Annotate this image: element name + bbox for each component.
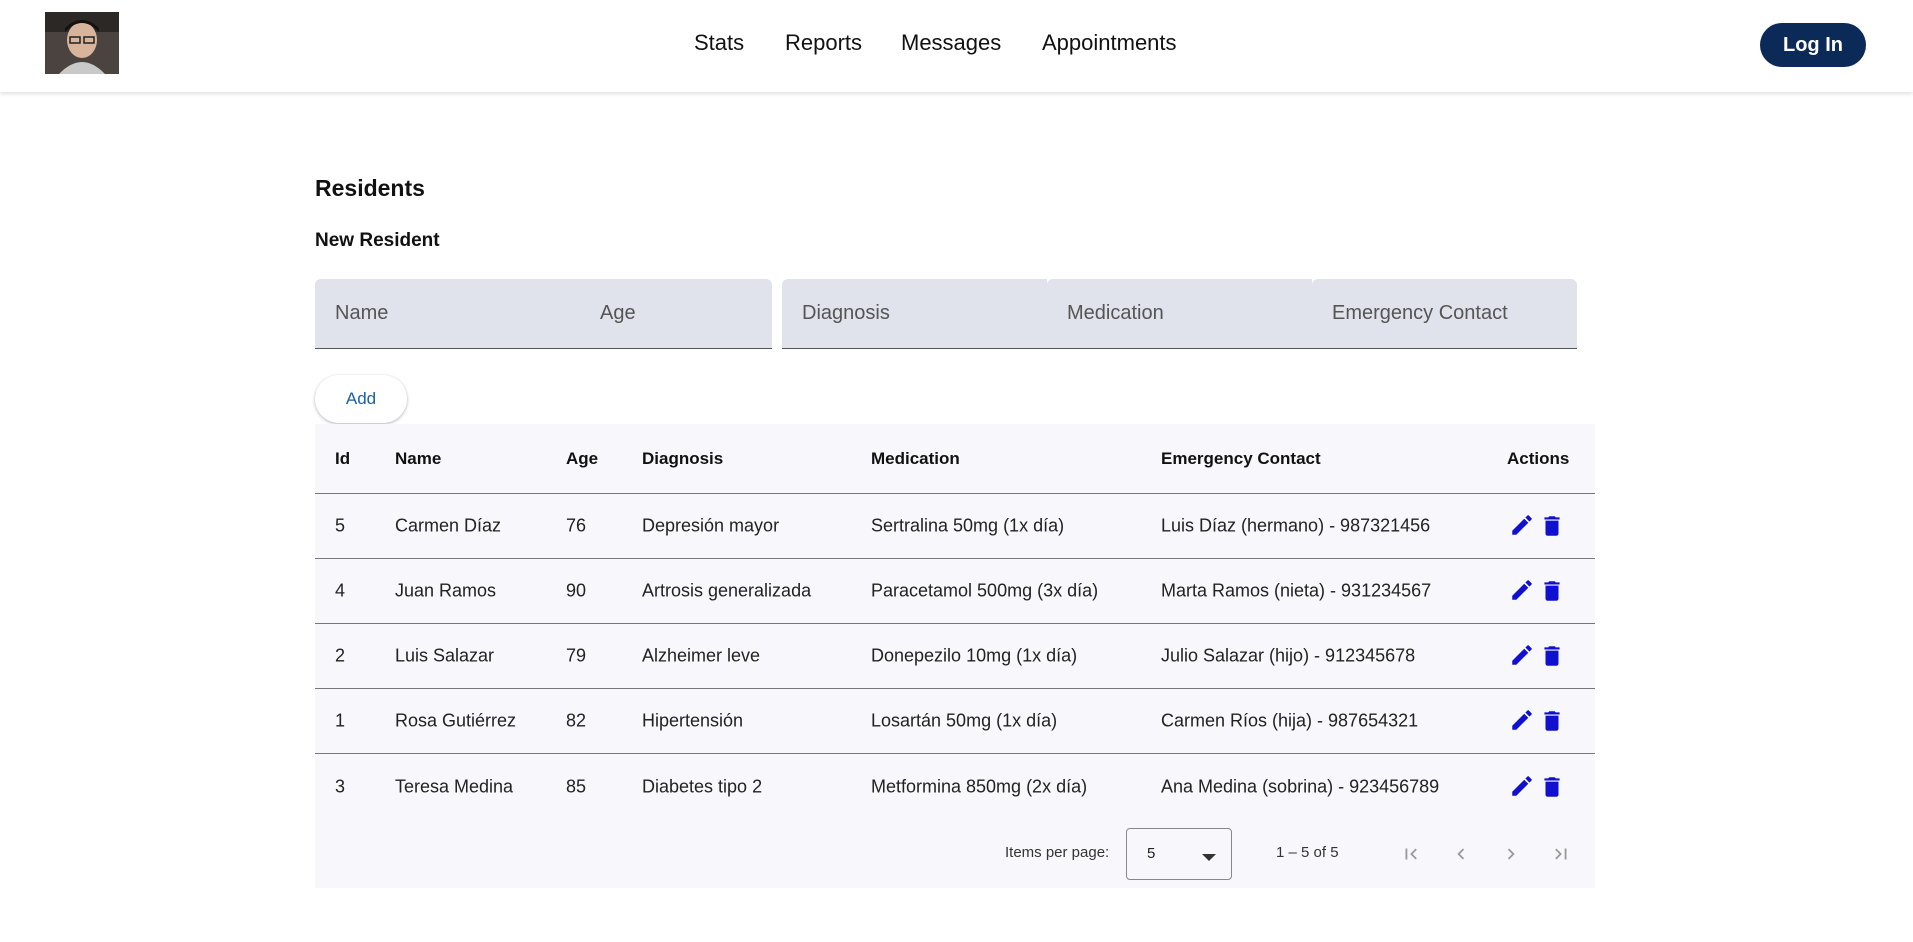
contact-cell: Julio Salazar (hijo) - 912345678 [1161,645,1416,666]
table-row: 4 Juan Ramos 90 Artrosis generalizada Pa… [315,559,1595,624]
contact-cell: Marta Ramos (nieta) - 931234567 [1161,580,1432,601]
diagnosis-cell: Hipertensión [642,710,744,731]
column-header: Emergency Contact [1161,448,1321,468]
column-header: Medication [871,448,960,468]
diagnosis-cell: Alzheimer leve [642,645,761,666]
nav-messages[interactable]: Messages [901,30,1001,56]
name-field[interactable] [315,279,580,349]
name-cell: Luis Salazar [395,645,495,666]
delete-icon[interactable] [1539,642,1565,670]
id-cell: 3 [335,776,346,796]
page-size-value: 5 [1147,845,1156,862]
diagnosis-field[interactable] [782,279,1047,349]
nav-reports[interactable]: Reports [785,30,862,56]
emergency-contact-input[interactable] [1332,302,1577,325]
edit-icon[interactable] [1509,577,1535,605]
diagnosis-cell: Depresión mayor [642,515,780,536]
page-title: Residents [315,175,425,201]
name-input[interactable] [335,302,580,325]
form-title: New Resident [315,230,440,251]
id-cell: 5 [335,515,346,536]
column-header: Actions [1507,448,1570,468]
range-label: 1 – 5 of 5 [1276,844,1339,861]
table-header: Id Name Age Diagnosis Medication Emergen… [315,424,1595,494]
contact-cell: Ana Medina (sobrina) - 923456789 [1161,776,1440,796]
name-cell: Teresa Medina [395,776,514,796]
diagnosis-cell: Artrosis generalizada [642,580,812,601]
age-cell: 90 [566,580,587,601]
medication-field[interactable] [1047,279,1312,349]
login-button[interactable]: Log In [1760,23,1866,67]
medication-cell: Metformina 850mg (2x día) [871,776,1088,796]
table-row: 1 Rosa Gutiérrez 82 Hipertensión Losartá… [315,689,1595,754]
contact-cell: Luis Díaz (hermano) - 987321456 [1161,515,1431,536]
diagnosis-cell: Diabetes tipo 2 [642,776,763,796]
id-cell: 4 [335,580,346,601]
contact-cell: Carmen Ríos (hija) - 987654321 [1161,710,1419,731]
delete-icon[interactable] [1539,707,1565,735]
edit-icon[interactable] [1509,512,1535,540]
column-header: Name [395,448,442,468]
avatar[interactable] [45,12,119,74]
age-cell: 79 [566,645,587,666]
nav-stats[interactable]: Stats [694,30,744,56]
chevron-down-icon [1202,854,1216,861]
page-size-select[interactable]: 5 [1126,828,1232,880]
medication-cell: Paracetamol 500mg (3x día) [871,580,1099,601]
diagnosis-input[interactable] [802,302,1047,325]
delete-icon[interactable] [1539,512,1565,540]
edit-icon[interactable] [1509,707,1535,735]
emergency-contact-field[interactable] [1312,279,1577,349]
table-row: 5 Carmen Díaz 76 Depresión mayor Sertral… [315,494,1595,559]
column-header: Diagnosis [642,448,724,468]
first-page-icon[interactable] [1396,839,1426,869]
id-cell: 2 [335,645,346,666]
table-row: 2 Luis Salazar 79 Alzheimer leve Donepez… [315,624,1595,689]
name-cell: Juan Ramos [395,580,497,601]
medication-input[interactable] [1067,302,1312,325]
age-cell: 85 [566,776,587,796]
medication-cell: Losartán 50mg (1x día) [871,710,1058,731]
previous-page-icon[interactable] [1446,839,1476,869]
table-row: 3 Teresa Medina 85 Diabetes tipo 2 Metfo… [315,754,1595,819]
medication-cell: Sertralina 50mg (1x día) [871,515,1065,536]
age-input[interactable] [600,302,772,325]
column-header: Id [335,448,351,468]
medication-cell: Donepezilo 10mg (1x día) [871,645,1078,666]
delete-icon[interactable] [1539,577,1565,605]
top-navbar: Stats Reports Messages Appointments Log … [0,0,1913,92]
age-cell: 82 [566,710,587,731]
items-per-page-label: Items per page: [1005,844,1110,861]
next-page-icon[interactable] [1496,839,1526,869]
residents-table: Id Name Age Diagnosis Medication Emergen… [315,424,1595,888]
last-page-icon[interactable] [1546,839,1576,869]
paginator: Items per page: 5 1 – 5 of 5 [315,819,1595,888]
nav-appointments[interactable]: Appointments [1042,30,1177,56]
age-field[interactable] [580,279,772,349]
add-button[interactable]: Add [315,375,407,423]
id-cell: 1 [335,710,346,731]
name-cell: Carmen Díaz [395,515,502,536]
name-cell: Rosa Gutiérrez [395,710,517,731]
column-header: Age [566,448,599,468]
age-cell: 76 [566,515,587,536]
edit-icon[interactable] [1509,642,1535,670]
edit-icon[interactable] [1509,773,1535,801]
delete-icon[interactable] [1539,773,1565,801]
